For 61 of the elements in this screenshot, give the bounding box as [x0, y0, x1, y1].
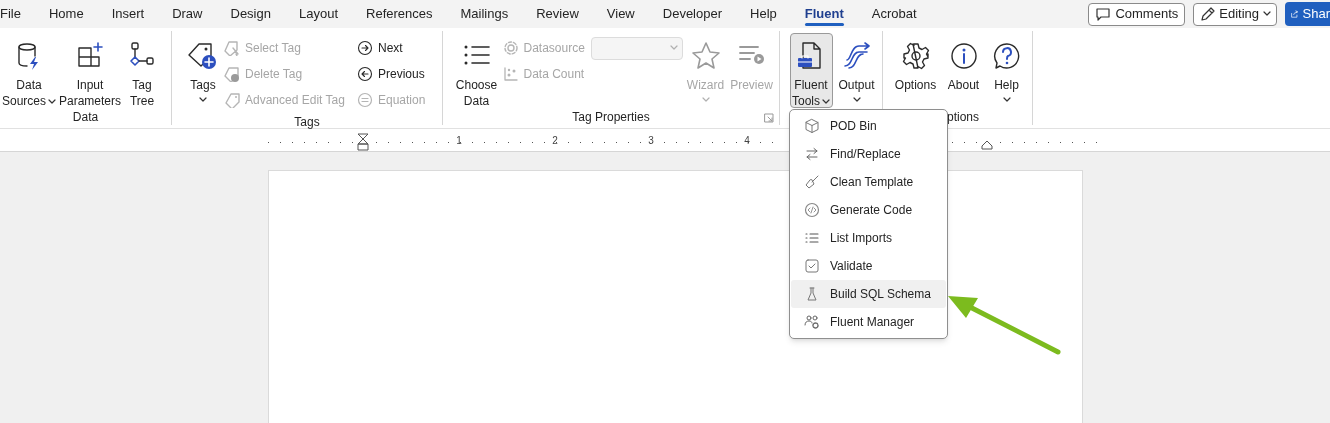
target-icon: [502, 40, 519, 56]
ribbon-small-button[interactable]: Previous: [357, 65, 425, 83]
chart-dots-icon: [502, 66, 519, 82]
indent-marker-icon[interactable]: [357, 133, 369, 151]
ruler-number: 4: [743, 134, 751, 148]
tag-cursor-icon: [224, 40, 240, 56]
group-label: ptions: [946, 109, 979, 126]
ribbon-button[interactable]: Input Parameters: [57, 33, 123, 108]
group-label: Tags: [294, 114, 320, 131]
list-icon: [804, 230, 820, 246]
ribbon-tab[interactable]: Draw: [158, 0, 217, 28]
comments-button[interactable]: Comments: [1088, 2, 1186, 26]
share-button[interactable]: Shar: [1285, 2, 1330, 26]
ribbon-tab[interactable]: Design: [216, 0, 285, 28]
caret-icon: [669, 45, 678, 51]
swap-arrows-icon: [804, 146, 820, 162]
indent-marker-icon[interactable]: [981, 140, 993, 150]
ruler-number: 2: [551, 134, 559, 148]
comment-icon: [1095, 6, 1112, 22]
checkbox-icon: [804, 258, 820, 274]
ruler-number: 3: [647, 134, 655, 148]
ribbon-button[interactable]: Tags: [183, 33, 223, 108]
code-circle-icon: [804, 202, 820, 218]
ribbon-button[interactable]: About: [945, 33, 982, 108]
ribbon-tab[interactable]: File: [0, 0, 35, 28]
ribbon-button[interactable]: Choose Data: [451, 33, 502, 108]
ribbon-tab[interactable]: Insert: [97, 0, 159, 28]
ribbon-tab[interactable]: Help: [736, 0, 791, 28]
next-icon: [357, 40, 373, 56]
ribbon-tab[interactable]: Developer: [648, 0, 737, 28]
equals-icon: [357, 92, 373, 108]
ribbon-button[interactable]: Output: [833, 33, 880, 108]
star-icon: [689, 40, 722, 72]
ribbon-tab[interactable]: Mailings: [446, 0, 523, 28]
ribbon-tab[interactable]: Layout: [284, 0, 352, 28]
caret-icon: [1263, 11, 1271, 17]
tag-plus-icon: [187, 40, 219, 72]
ribbon-button[interactable]: Tag Tree: [123, 33, 161, 108]
people-gear-icon: [804, 314, 820, 330]
tag-icon: [224, 92, 240, 108]
tag-remove-icon: [224, 66, 240, 82]
ribbon-tab[interactable]: View: [592, 0, 649, 28]
ribbon-tab[interactable]: Home: [34, 0, 98, 28]
ribbon-tab[interactable]: Fluent: [790, 0, 858, 28]
ribbon-button[interactable]: Data Sources: [1, 33, 57, 108]
editing-button[interactable]: Editing: [1193, 2, 1277, 26]
ribbon-button[interactable]: Help: [982, 33, 1031, 108]
group-label: Tag Properties: [572, 109, 650, 126]
broom-icon: [804, 174, 820, 190]
ribbon-tab[interactable]: References: [352, 0, 447, 28]
ribbon-tab[interactable]: Review: [522, 0, 593, 28]
menu-item[interactable]: Build SQL Schema: [791, 280, 946, 308]
ribbon-button[interactable]: Options: [886, 33, 945, 108]
previous-icon: [357, 66, 373, 82]
ribbon-small-button[interactable]: Next: [357, 39, 403, 57]
pencil-icon: [1199, 6, 1216, 22]
box-icon: [804, 118, 820, 134]
ribbon-tab[interactable]: Acrobat: [857, 0, 931, 28]
ribbon-button[interactable]: Fluent Tools: [789, 33, 833, 108]
group-label: Data: [72, 109, 99, 126]
ruler-number: 1: [455, 134, 463, 148]
